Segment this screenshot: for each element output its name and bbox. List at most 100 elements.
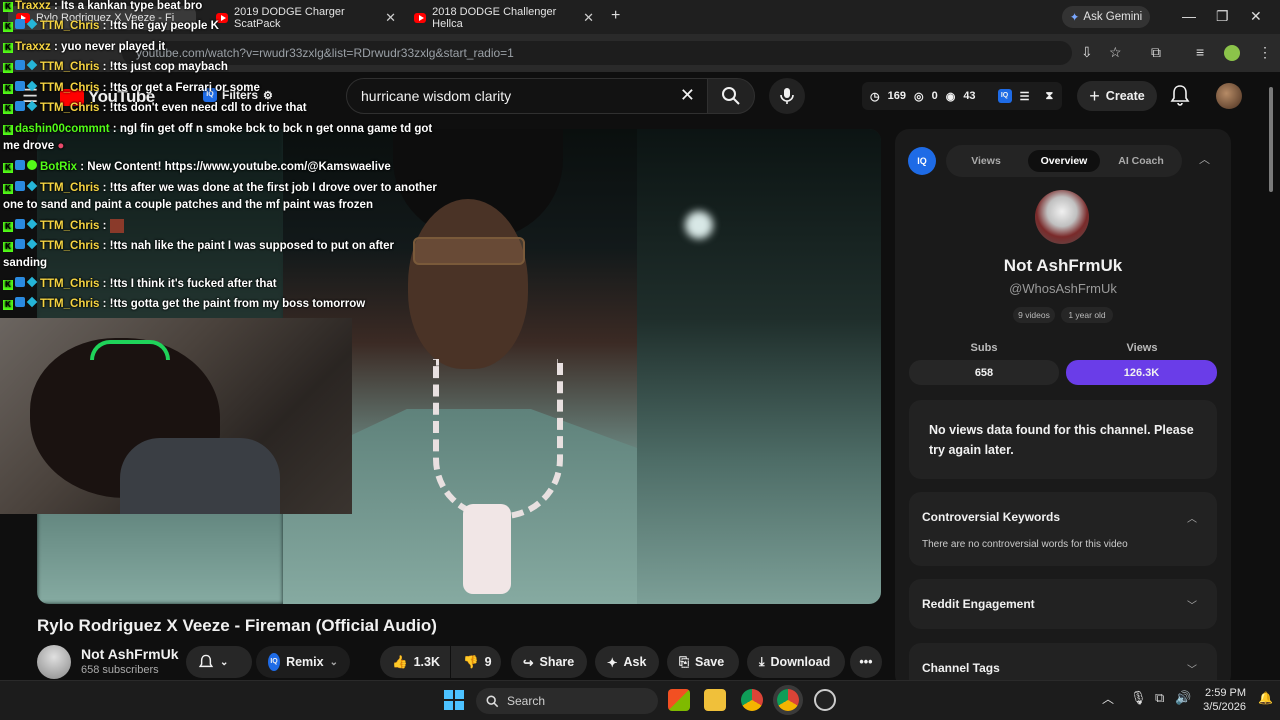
- iq-icon: IQ: [997, 89, 1012, 103]
- remix-button[interactable]: IQ Remix ⌄: [256, 646, 350, 678]
- bell-icon: [198, 654, 214, 668]
- vidiq-stats-bar[interactable]: ◷ 169 ◎ 0 ◉ 43 IQ ☰ ⧗: [862, 82, 1062, 110]
- app-icon[interactable]: [814, 689, 836, 711]
- create-button[interactable]: + Create: [1077, 81, 1157, 111]
- badge-icon: [15, 239, 25, 249]
- channel-name[interactable]: Not AshFrmUk: [81, 646, 179, 662]
- kick-badge-icon: K: [3, 22, 13, 32]
- profile-icon[interactable]: [1224, 45, 1240, 61]
- chrome-active-icon[interactable]: [777, 689, 799, 711]
- dislike-button[interactable]: 👎 9: [451, 646, 501, 678]
- tab-overview[interactable]: Overview: [1028, 150, 1100, 172]
- taskbar-search[interactable]: Search: [476, 688, 658, 714]
- taskbar-clock[interactable]: 2:59 PM 3/5/2026: [1200, 686, 1246, 714]
- kick-badge-icon: K: [3, 300, 13, 310]
- chevron-down-icon: ⌄: [220, 656, 229, 668]
- new-tab-button[interactable]: +: [611, 7, 620, 25]
- extensions-icon[interactable]: ⧉: [1151, 44, 1161, 61]
- store-icon[interactable]: [668, 689, 690, 711]
- badge-icon: [15, 101, 25, 111]
- chevron-up-icon: ︿: [1187, 514, 1197, 525]
- vidiq-side-panel: IQ Views Overview AI Coach ︿ Not AshFrmU…: [895, 129, 1231, 689]
- user-avatar[interactable]: [1216, 83, 1242, 109]
- chat-msg: !tts gotta get the paint from my boss to…: [109, 298, 366, 310]
- browser-menu-icon[interactable]: ⋮: [1258, 44, 1272, 61]
- kick-badge-icon: K: [3, 163, 13, 173]
- chrome-icon[interactable]: [741, 689, 763, 711]
- shirt-shape: [120, 438, 280, 514]
- search-icon: [486, 695, 499, 707]
- chevron-down-icon: ⌄: [329, 656, 338, 668]
- diamond-badge-icon: [26, 296, 38, 308]
- tab-views[interactable]: Views: [952, 150, 1020, 172]
- channel-avatar[interactable]: [37, 645, 71, 679]
- tab-challenger[interactable]: 2018 DODGE Challenger Hellca ✕: [406, 6, 602, 30]
- search-button[interactable]: [707, 78, 755, 114]
- subs-label: Subs: [970, 342, 998, 354]
- panel-channel-name: Not AshFrmUk: [1003, 256, 1123, 275]
- more-actions-button[interactable]: •••: [850, 646, 882, 678]
- minimize-icon[interactable]: —: [1182, 8, 1196, 24]
- age-chip: 1 year old: [1061, 307, 1113, 323]
- ask-button[interactable]: ✦ Ask: [595, 646, 659, 678]
- kick-badge-icon: K: [3, 2, 13, 12]
- emoji-icon: ●: [57, 140, 65, 152]
- chevron-up-icon[interactable]: ︿: [1102, 690, 1114, 707]
- chat-msg: one to sand and paint a couple patches a…: [3, 199, 373, 211]
- kick-badge-icon: K: [3, 63, 13, 73]
- windows-start-icon[interactable]: [444, 690, 464, 710]
- download-label: Download: [770, 655, 831, 669]
- save-button[interactable]: ⎘ Save: [667, 646, 739, 678]
- notifications-bell-icon[interactable]: [1170, 84, 1190, 106]
- volume-icon[interactable]: 🔊: [1175, 690, 1191, 706]
- chat-line-cont: sanding: [3, 255, 47, 272]
- bookmark-star-icon[interactable]: ☆: [1109, 44, 1122, 61]
- chat-line: K TTM_Chris :: [3, 218, 124, 235]
- collapse-chevron-icon[interactable]: ︿: [1199, 151, 1210, 167]
- tab-ai-coach[interactable]: AI Coach: [1106, 150, 1176, 172]
- like-button[interactable]: 👍 1.3K: [380, 646, 450, 678]
- install-app-icon[interactable]: ⇩: [1081, 44, 1093, 61]
- ask-label: Ask: [623, 655, 647, 669]
- chat-user: TTM_Chris: [40, 220, 100, 232]
- close-window-icon[interactable]: ✕: [1250, 8, 1262, 25]
- microphone-icon: [780, 88, 794, 104]
- thumbs-down-icon: 👎: [463, 654, 479, 669]
- clear-search-icon[interactable]: ✕: [680, 85, 695, 106]
- scrollbar-thumb[interactable]: [1269, 87, 1273, 192]
- emote-image: [109, 218, 124, 233]
- media-queue-icon[interactable]: ≡: [1196, 44, 1204, 60]
- chat-msg: New Content! https://www.youtube.com/@Ka…: [87, 161, 391, 173]
- share-label: Share: [539, 655, 575, 669]
- controversial-card[interactable]: Controversial Keywords ︿ There are no co…: [909, 492, 1217, 566]
- chat-line: K TTM_Chris : !tts just cop maybach: [3, 59, 228, 76]
- videos-chip: 9 videos: [1013, 307, 1055, 323]
- iq-icon: IQ: [268, 653, 281, 671]
- voice-search-button[interactable]: [769, 78, 805, 114]
- chat-user: dashin00commnt: [15, 123, 110, 135]
- chat-msg: !tts after we was done at the first job …: [109, 182, 437, 194]
- chat-line: K TTM_Chris : !tts don't even need cdl to…: [3, 100, 307, 117]
- maximize-icon[interactable]: ❐: [1216, 8, 1229, 25]
- taskbar-search-label: Search: [507, 694, 546, 708]
- file-explorer-icon[interactable]: [704, 689, 726, 711]
- download-button[interactable]: ⤓ Download: [747, 646, 845, 678]
- notification-bell-icon[interactable]: 🔔: [1258, 691, 1273, 705]
- share-button[interactable]: ↪ Share: [511, 646, 587, 678]
- ask-gemini-button[interactable]: ✦ Ask Gemini: [1062, 6, 1150, 28]
- close-tab-icon[interactable]: ✕: [583, 10, 594, 26]
- chat-line: Kdashin00commnt : ngl fin get off n smok…: [3, 121, 432, 138]
- reddit-card[interactable]: Reddit Engagement ﹀: [909, 579, 1217, 629]
- subscribed-button[interactable]: ⌄: [186, 646, 252, 678]
- diamond-badge-icon: [26, 180, 38, 192]
- badge-icon: [15, 19, 25, 29]
- search-icon: [722, 87, 740, 105]
- microphone-icon[interactable]: 🎙: [1130, 690, 1147, 706]
- chat-line: K TTM_Chris : !tts after we was done at t…: [3, 180, 437, 197]
- chat-line: K Traxxz : Its a kankan type beat bro: [3, 0, 202, 15]
- video-thumbnail-right: [637, 129, 881, 604]
- chat-line: K TTM_Chris : !tts or get a Ferrari or so…: [3, 80, 260, 97]
- badge-icon: [15, 277, 25, 287]
- network-icon[interactable]: ⧉: [1155, 690, 1164, 706]
- page-scrollbar[interactable]: [1268, 72, 1274, 678]
